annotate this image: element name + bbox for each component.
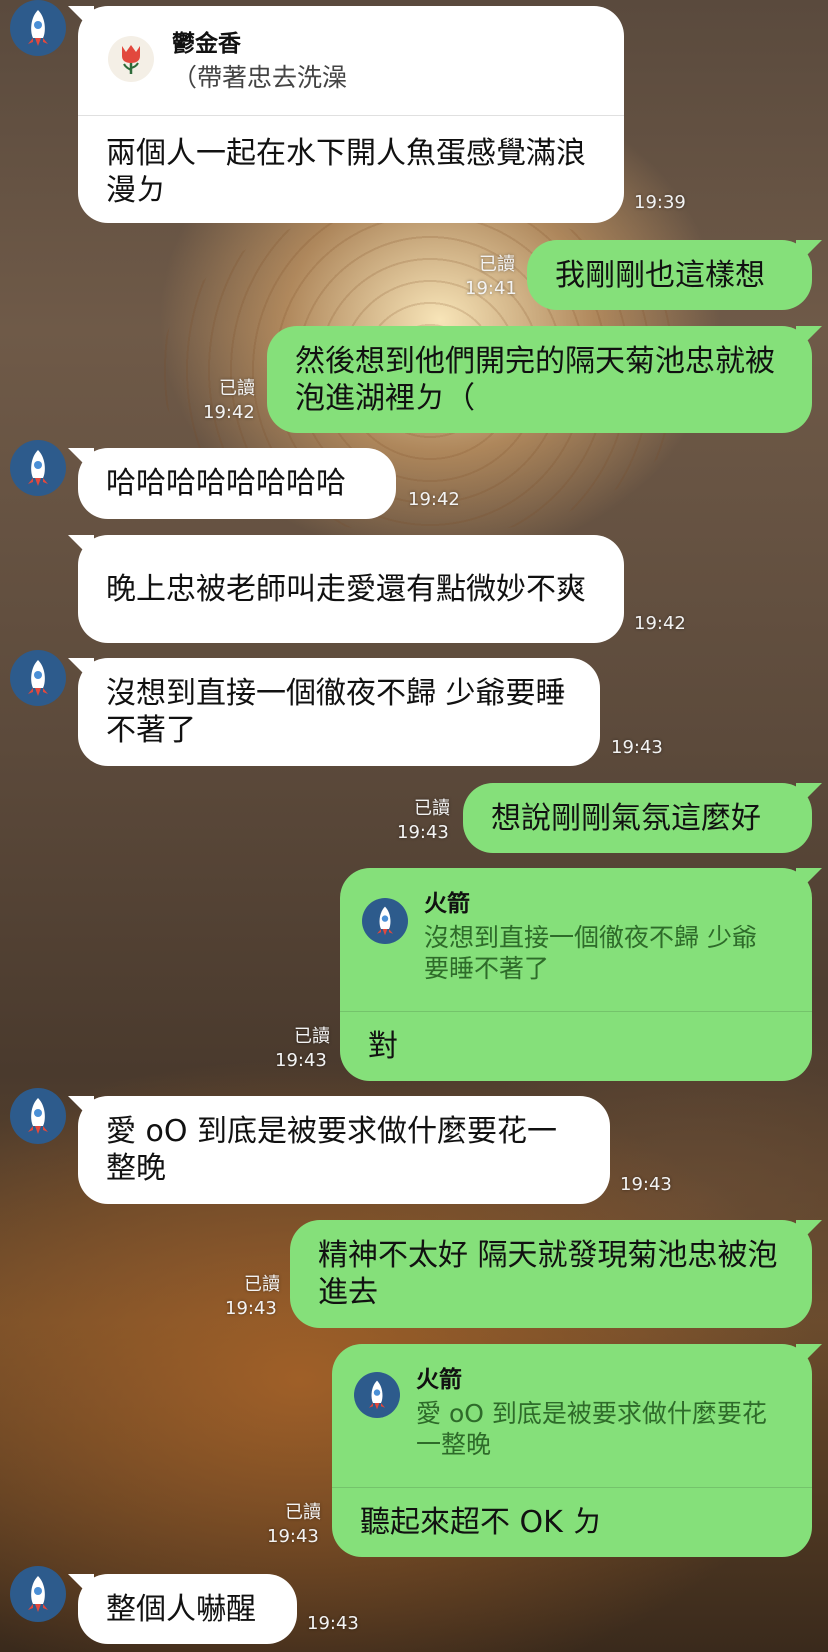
read-receipt: 已讀 xyxy=(244,1274,280,1295)
message-time: 19:43 xyxy=(620,1174,672,1195)
message-bubble[interactable]: 愛 oO 到底是被要求做什麼要花一整晚 xyxy=(78,1096,610,1204)
message-time: 19:43 xyxy=(307,1613,359,1634)
message-bubble[interactable]: 精神不太好 隔天就發現菊池忠被泡進去 xyxy=(290,1220,812,1328)
read-receipt: 已讀 xyxy=(414,798,450,819)
message-bubble-reply[interactable]: 火箭 愛 oO 到底是被要求做什麼要花一整晚 聽起來超不 OK ㄉ xyxy=(332,1344,812,1557)
read-receipt: 已讀 xyxy=(285,1502,321,1523)
tulip-icon xyxy=(122,45,140,74)
contact-avatar[interactable] xyxy=(10,650,66,706)
reply-quoted-text: 愛 oO 到底是被要求做什麼要花一整晚 xyxy=(416,1399,767,1459)
reply-avatar xyxy=(108,36,154,82)
reply-quoted-text: 沒想到直接一個徹夜不歸 少爺要睡不著了 xyxy=(424,923,757,983)
reply-preview[interactable]: 鬱金香 （帶著忠去洗澡 xyxy=(78,6,624,116)
rocket-icon xyxy=(377,906,393,936)
message-bubble[interactable]: 想說剛剛氣氛這麼好 xyxy=(463,783,812,853)
message-time: 19:39 xyxy=(634,192,686,213)
message-bubble-reply[interactable]: 鬱金香 （帶著忠去洗澡 兩個人一起在水下開人魚蛋感覺滿浪漫ㄉ xyxy=(78,6,624,223)
rocket-icon xyxy=(369,1380,385,1410)
rocket-icon xyxy=(28,10,48,46)
message-bubble[interactable]: 晚上忠被老師叫走愛還有點微妙不爽 xyxy=(78,535,624,643)
contact-avatar[interactable] xyxy=(10,1566,66,1622)
read-receipt: 已讀 xyxy=(219,378,255,399)
message-time: 19:43 xyxy=(225,1298,277,1319)
message-text: 對 xyxy=(368,1029,398,1064)
message-text: 兩個人一起在水下開人魚蛋感覺滿浪漫ㄉ xyxy=(106,136,586,208)
message-time: 19:43 xyxy=(267,1526,319,1547)
reply-avatar xyxy=(354,1372,400,1418)
message-time: 19:43 xyxy=(275,1050,327,1071)
read-receipt: 已讀 xyxy=(479,254,515,275)
message-time: 19:41 xyxy=(465,278,517,299)
reply-sender-name: 火箭 xyxy=(416,1367,462,1393)
message-bubble[interactable]: 我剛剛也這樣想 xyxy=(527,240,812,310)
message-time: 19:43 xyxy=(397,822,449,843)
reply-sender-name: 鬱金香 xyxy=(172,31,241,57)
message-text: 聽起來超不 OK ㄉ xyxy=(360,1505,603,1540)
message-bubble[interactable]: 哈哈哈哈哈哈哈哈 xyxy=(78,448,396,519)
rocket-icon xyxy=(28,1098,48,1134)
message-time: 19:42 xyxy=(203,402,255,423)
message-bubble[interactable]: 整個人嚇醒 xyxy=(78,1574,297,1644)
rocket-icon xyxy=(28,1576,48,1612)
reply-avatar xyxy=(362,898,408,944)
message-bubble-reply[interactable]: 火箭 沒想到直接一個徹夜不歸 少爺要睡不著了 對 xyxy=(340,868,812,1081)
message-bubble[interactable]: 然後想到他們開完的隔天菊池忠就被泡進湖裡ㄉ（ xyxy=(267,326,812,433)
rocket-icon xyxy=(28,660,48,696)
message-bubble[interactable]: 沒想到直接一個徹夜不歸 少爺要睡不著了 xyxy=(78,658,600,766)
contact-avatar[interactable] xyxy=(10,440,66,496)
reply-quoted-text: （帶著忠去洗澡 xyxy=(172,63,348,92)
reply-sender-name: 火箭 xyxy=(424,891,470,917)
contact-avatar[interactable] xyxy=(10,1088,66,1144)
message-time: 19:42 xyxy=(634,613,686,634)
reply-preview[interactable]: 火箭 沒想到直接一個徹夜不歸 少爺要睡不著了 xyxy=(340,868,812,1012)
rocket-icon xyxy=(28,450,48,486)
contact-avatar[interactable] xyxy=(10,0,66,56)
message-time: 19:42 xyxy=(408,489,460,510)
message-time: 19:43 xyxy=(611,737,663,758)
read-receipt: 已讀 xyxy=(294,1026,330,1047)
reply-preview[interactable]: 火箭 愛 oO 到底是被要求做什麼要花一整晚 xyxy=(332,1344,812,1488)
